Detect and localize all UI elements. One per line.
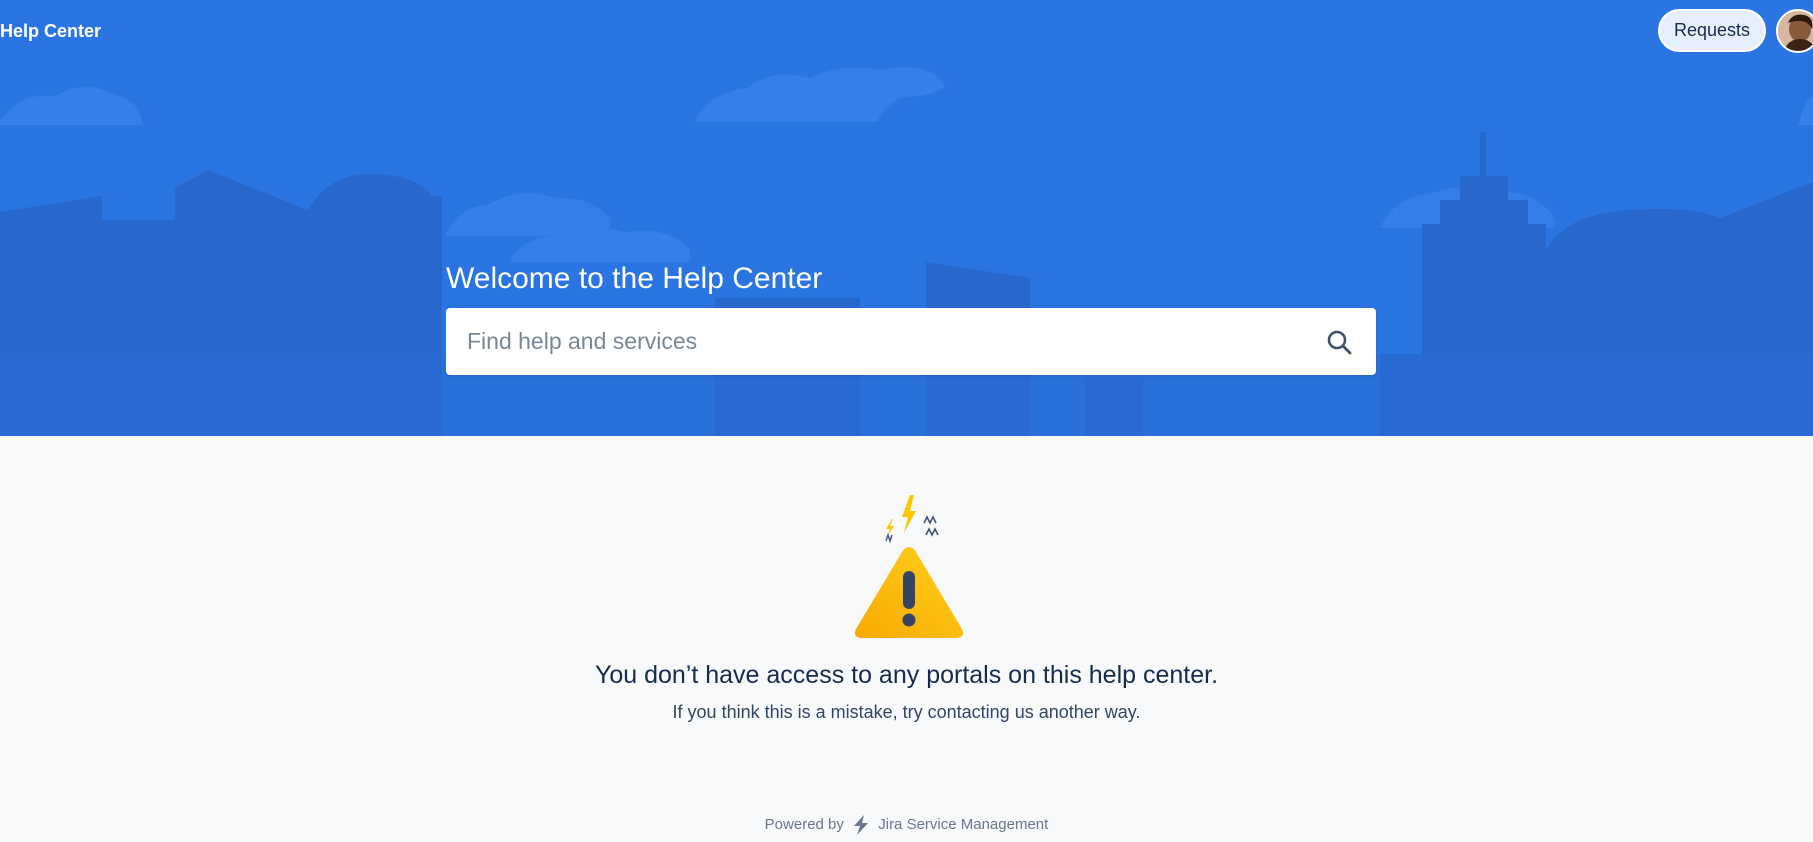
footer: Powered by Jira Service Management [0,814,1813,836]
avatar-portrait-icon [1778,11,1813,51]
search-icon[interactable] [1326,329,1352,355]
search-box [446,308,1376,375]
welcome-heading: Welcome to the Help Center [446,262,823,295]
powered-by-label: Powered by [764,816,844,833]
help-center-title[interactable]: Help Center [0,20,101,42]
jira-service-management-link[interactable]: Jira Service Management [878,815,1048,835]
jira-service-management-logo-icon [854,815,869,835]
no-access-subtitle: If you think this is a mistake, try cont… [672,702,1141,722]
hero-banner: Help Center Requests Welcome to the Help… [0,0,1813,436]
search-input[interactable] [446,308,1306,375]
user-avatar[interactable] [1776,9,1813,53]
no-access-title: You don’t have access to any portals on … [594,661,1219,689]
warning-icon [854,495,964,638]
requests-button[interactable]: Requests [1658,9,1766,52]
